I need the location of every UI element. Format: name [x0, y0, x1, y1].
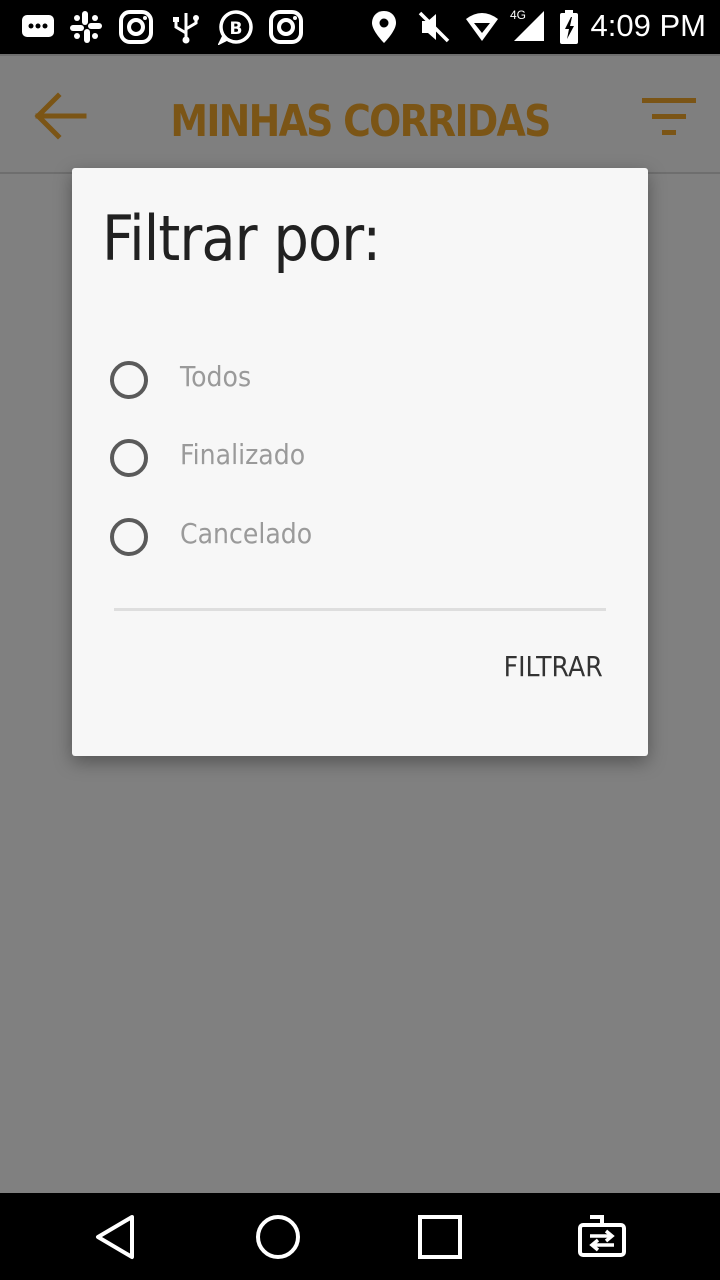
radio-option-finalizado[interactable]: Finalizado	[108, 428, 608, 488]
usb-icon	[173, 13, 199, 44]
radio-button[interactable]	[110, 439, 148, 477]
page-title: MINHAS CORRIDAS	[170, 96, 551, 147]
whatsapp-business-icon: B	[218, 10, 253, 45]
nav-bar	[0, 1193, 720, 1280]
slack-icon	[70, 11, 102, 43]
radio-option-cancelado[interactable]: Cancelado	[108, 507, 608, 567]
back-triangle-icon[interactable]	[90, 1211, 142, 1263]
svg-text:B: B	[230, 19, 243, 39]
radio-label: Cancelado	[180, 517, 313, 550]
app-bar: MINHAS CORRIDAS	[0, 54, 720, 174]
radio-button[interactable]	[110, 518, 148, 556]
divider	[114, 608, 606, 611]
filter-icon[interactable]	[640, 94, 700, 142]
location-icon	[372, 11, 396, 43]
dialog-title: Filtrar por:	[102, 202, 381, 275]
home-circle-icon[interactable]	[252, 1211, 304, 1263]
switch-app-icon[interactable]	[576, 1211, 628, 1263]
battery-icon	[560, 10, 578, 44]
recents-square-icon[interactable]	[414, 1211, 466, 1263]
wifi-icon	[466, 13, 498, 41]
radio-label: Todos	[180, 360, 252, 393]
radio-label: Finalizado	[180, 438, 306, 471]
clock: 4:09 PM	[590, 8, 706, 43]
radio-button[interactable]	[110, 361, 148, 399]
filtrar-button[interactable]: FILTRAR	[498, 646, 608, 687]
instagram-icon	[119, 10, 153, 44]
status-bar: B 4G 4:09 PM	[0, 0, 720, 54]
radio-option-todos[interactable]: Todos	[108, 350, 608, 410]
signal-icon	[514, 11, 544, 41]
instagram-icon	[269, 10, 303, 44]
message-icon	[22, 15, 54, 37]
mute-icon	[418, 11, 450, 43]
filter-dialog: Filtrar por: Todos Finalizado Cancelado …	[72, 168, 648, 756]
